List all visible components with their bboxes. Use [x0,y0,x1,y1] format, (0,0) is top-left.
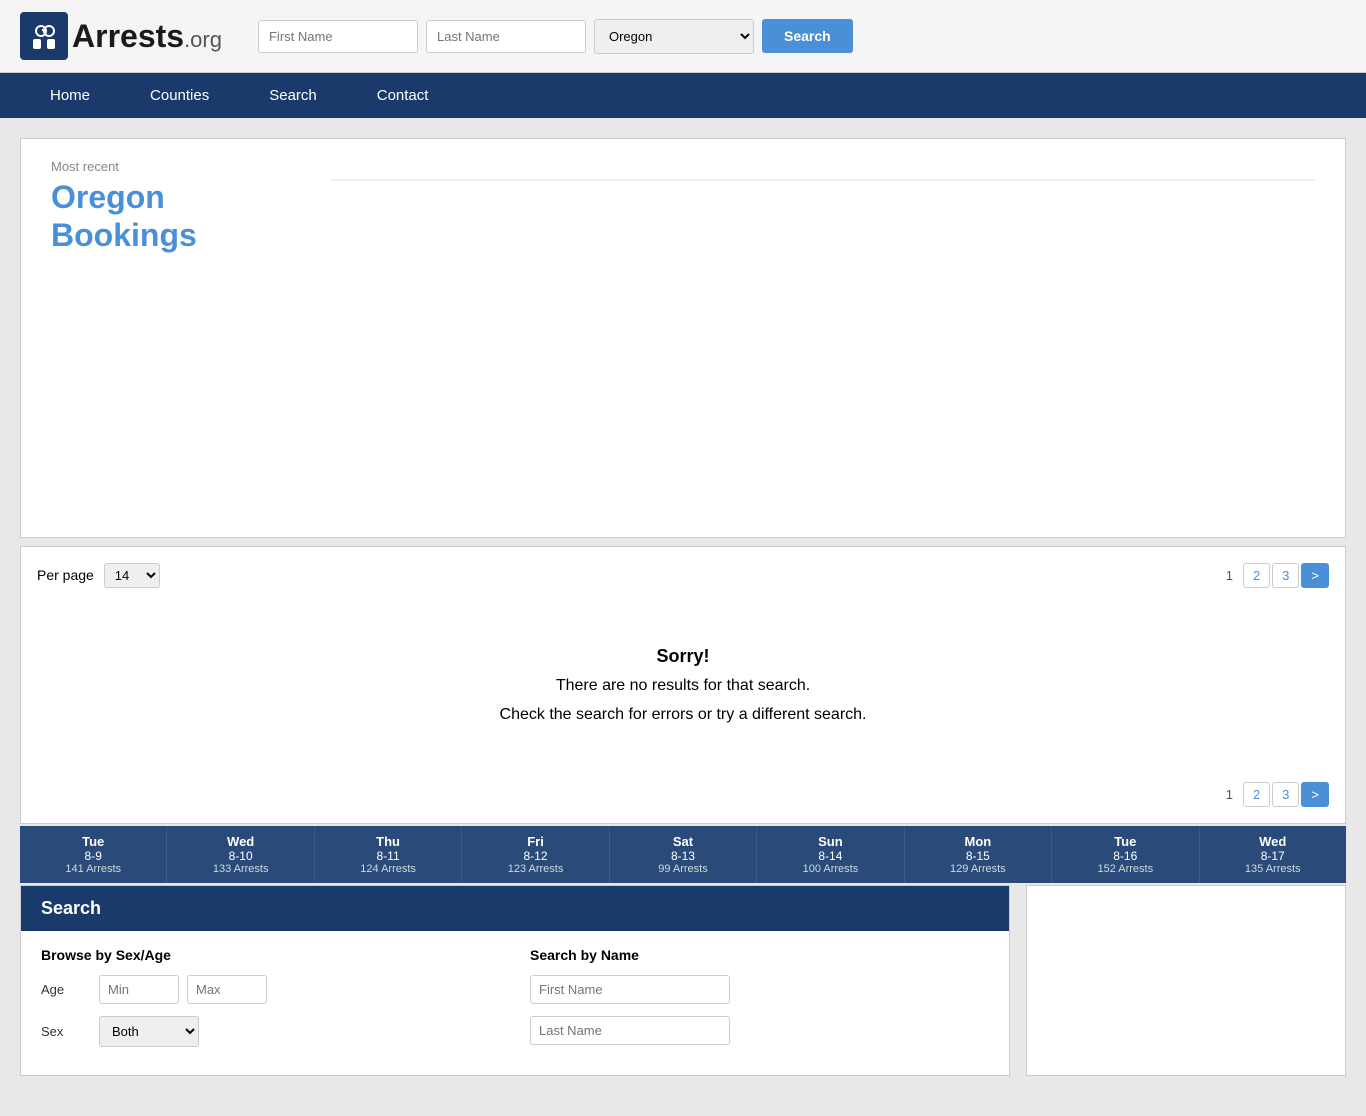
sex-select[interactable]: Both Male Female [99,1016,199,1047]
state-select[interactable]: Oregon California Washington Texas Flori… [594,19,754,54]
date-bar: Tue 8-9 141 Arrests Wed 8-10 133 Arrests… [20,826,1346,883]
age-label: Age [41,982,91,997]
date-cell[interactable]: Tue 8-9 141 Arrests [20,826,167,883]
logo-text: Arrests.org [72,18,222,55]
date-cell[interactable]: Mon 8-15 129 Arrests [905,826,1052,883]
date-cell[interactable]: Tue 8-16 152 Arrests [1052,826,1199,883]
nav-item-contact[interactable]: Contact [347,73,459,118]
search-last-name-input[interactable] [530,1016,730,1045]
search-first-name-input[interactable] [530,975,730,1004]
search-panel-title: Search [41,898,989,919]
header-search-button[interactable]: Search [762,19,853,53]
last-name-input[interactable] [426,20,586,53]
date-cell[interactable]: Sat 8-13 99 Arrests [610,826,757,883]
page-2-link[interactable]: 2 [1243,563,1270,588]
header-search-form: Oregon California Washington Texas Flori… [258,19,1346,54]
date-cell[interactable]: Sun 8-14 100 Arrests [757,826,904,883]
hero-divider [331,179,1315,181]
browse-heading: Browse by Sex/Age [41,947,500,963]
first-name-input[interactable] [258,20,418,53]
name-search-heading: Search by Name [530,947,989,963]
logo: Arrests.org [20,12,222,60]
sex-label: Sex [41,1024,91,1039]
most-recent-label: Most recent [51,159,311,174]
date-cell[interactable]: Wed 8-17 135 Arrests [1200,826,1346,883]
page-3-link-bottom[interactable]: 3 [1272,782,1299,807]
nav-item-counties[interactable]: Counties [120,73,239,118]
pagination-bottom: 1 2 3 > [1218,782,1329,807]
date-cell[interactable]: Wed 8-10 133 Arrests [167,826,314,883]
main-nav: Home Counties Search Contact [0,73,1366,118]
logo-icon [20,12,68,60]
ad-panel [1026,885,1346,1076]
per-page-control: Per page 14 25 50 100 [37,563,160,588]
page-2-link-bottom[interactable]: 2 [1243,782,1270,807]
page-next-link[interactable]: > [1301,563,1329,588]
per-page-label: Per page [37,567,94,583]
page-next-link-bottom[interactable]: > [1301,782,1329,807]
hero-title: Oregon Bookings [51,178,311,255]
no-results-message: Sorry! There are no results for that sea… [37,600,1329,770]
date-cell[interactable]: Fri 8-12 123 Arrests [462,826,609,883]
per-page-select[interactable]: 14 25 50 100 [104,563,160,588]
page-1-label: 1 [1218,564,1241,587]
age-max-input[interactable] [187,975,267,1004]
page-1-label-bottom: 1 [1218,783,1241,806]
page-3-link[interactable]: 3 [1272,563,1299,588]
nav-item-home[interactable]: Home [20,73,120,118]
nav-item-search[interactable]: Search [239,73,347,118]
age-min-input[interactable] [99,975,179,1004]
date-cell[interactable]: Thu 8-11 124 Arrests [315,826,462,883]
pagination-top: 1 2 3 > [1218,563,1329,588]
